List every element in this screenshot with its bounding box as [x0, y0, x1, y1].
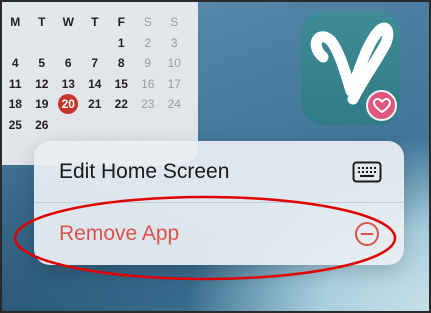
app-icon[interactable]: [301, 11, 400, 125]
calendar-day: 8: [117, 56, 125, 71]
weekday-header: T: [38, 15, 46, 30]
weekday-header: S: [143, 15, 152, 30]
heart-badge-icon: [366, 90, 397, 121]
calendar-day: 2: [144, 35, 152, 50]
calendar-day: [2, 33, 29, 54]
weekday-header: F: [117, 15, 125, 30]
calendar-day: 24: [167, 97, 181, 112]
calendar-day: 7: [91, 56, 99, 71]
calendar-day: 4: [11, 56, 19, 71]
weekday-header: S: [170, 15, 179, 30]
calendar-day: 21: [88, 97, 102, 112]
calendar-day: 18: [8, 97, 22, 112]
calendar-day: 11: [8, 76, 22, 91]
remove-app-label: Remove App: [59, 222, 180, 245]
edit-home-screen-label: Edit Home Screen: [59, 160, 230, 183]
calendar-day: 13: [61, 76, 75, 91]
minus-circle-icon: [352, 219, 382, 249]
calendar-day: 12: [35, 76, 49, 91]
calendar-day: 6: [64, 56, 72, 71]
edit-home-screen-item[interactable]: Edit Home Screen: [34, 141, 404, 203]
calendar-day: 17: [167, 76, 181, 91]
keyboard-icon: [352, 157, 382, 187]
calendar-day: 25: [8, 117, 22, 132]
calendar-day: 14: [88, 76, 102, 91]
calendar-day: [55, 33, 82, 54]
calendar-day: 26: [35, 117, 49, 132]
weekday-header: M: [10, 15, 21, 30]
calendar-day: 9: [144, 56, 152, 71]
weekday-header: W: [62, 15, 74, 30]
calendar-day: 16: [141, 76, 155, 91]
calendar-grid: M T W T F S S 1 2 3 4 5 6 7 8 9 10 11 12…: [2, 12, 188, 135]
calendar-day: 23: [141, 97, 155, 112]
calendar-day: 5: [38, 56, 46, 71]
context-menu: Edit Home Screen Remove App: [34, 141, 404, 265]
today-marker: 20: [58, 94, 79, 115]
calendar-day: 1: [117, 35, 125, 50]
calendar-day: [29, 33, 56, 54]
calendar-day: 3: [170, 35, 178, 50]
calendar-day: 19: [35, 97, 49, 112]
calendar-day-today: 20: [55, 94, 82, 115]
remove-app-item[interactable]: Remove App: [34, 203, 404, 265]
calendar-day: [82, 33, 109, 54]
calendar-day: 15: [114, 76, 128, 91]
calendar-day: 22: [114, 97, 128, 112]
weekday-header: T: [91, 15, 99, 30]
calendar-day: 10: [167, 56, 181, 71]
